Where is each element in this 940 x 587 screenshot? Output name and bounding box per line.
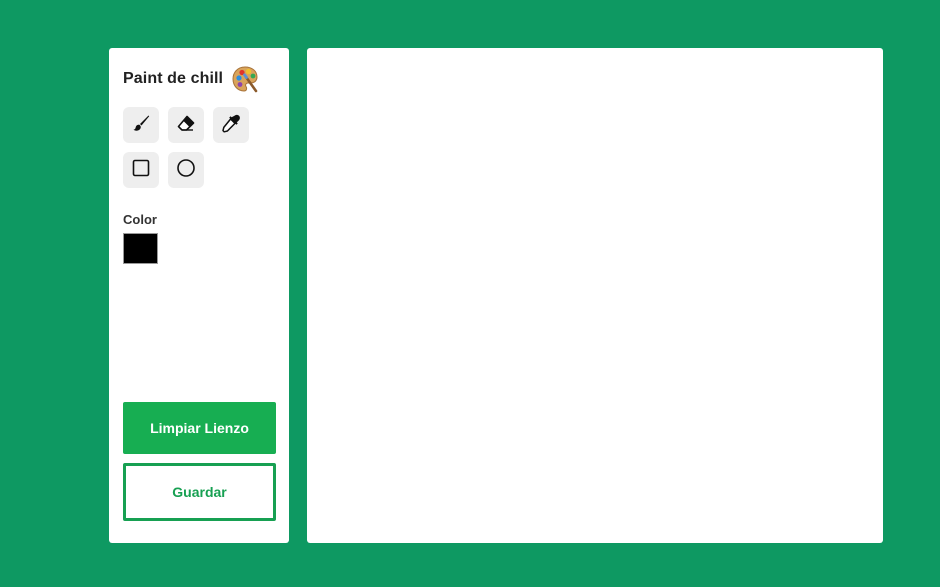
drawing-canvas[interactable] bbox=[307, 48, 883, 543]
palette-icon bbox=[231, 65, 259, 93]
square-icon bbox=[131, 158, 151, 183]
brush-tool-button[interactable] bbox=[123, 107, 159, 143]
app-title: Paint de chill bbox=[123, 70, 224, 87]
color-label: Color bbox=[123, 212, 157, 227]
eyedropper-tool-button[interactable] bbox=[213, 107, 249, 143]
save-button[interactable]: Guardar bbox=[123, 463, 276, 521]
circle-tool-button[interactable] bbox=[168, 152, 204, 188]
eraser-icon bbox=[176, 113, 196, 138]
eraser-tool-button[interactable] bbox=[168, 107, 204, 143]
clear-canvas-button[interactable]: Limpiar Lienzo bbox=[123, 402, 276, 454]
color-swatch-fill bbox=[126, 236, 155, 261]
eyedropper-icon bbox=[221, 113, 241, 138]
rectangle-tool-button[interactable] bbox=[123, 152, 159, 188]
app-root: Paint de chill Color Limpiar Lienzo Guar… bbox=[0, 0, 940, 587]
title-row: Paint de chill bbox=[123, 65, 259, 93]
color-picker[interactable] bbox=[123, 233, 158, 264]
circle-icon bbox=[176, 158, 196, 183]
tool-sidebar: Paint de chill Color Limpiar Lienzo Guar… bbox=[109, 48, 289, 543]
brush-icon bbox=[131, 113, 151, 138]
